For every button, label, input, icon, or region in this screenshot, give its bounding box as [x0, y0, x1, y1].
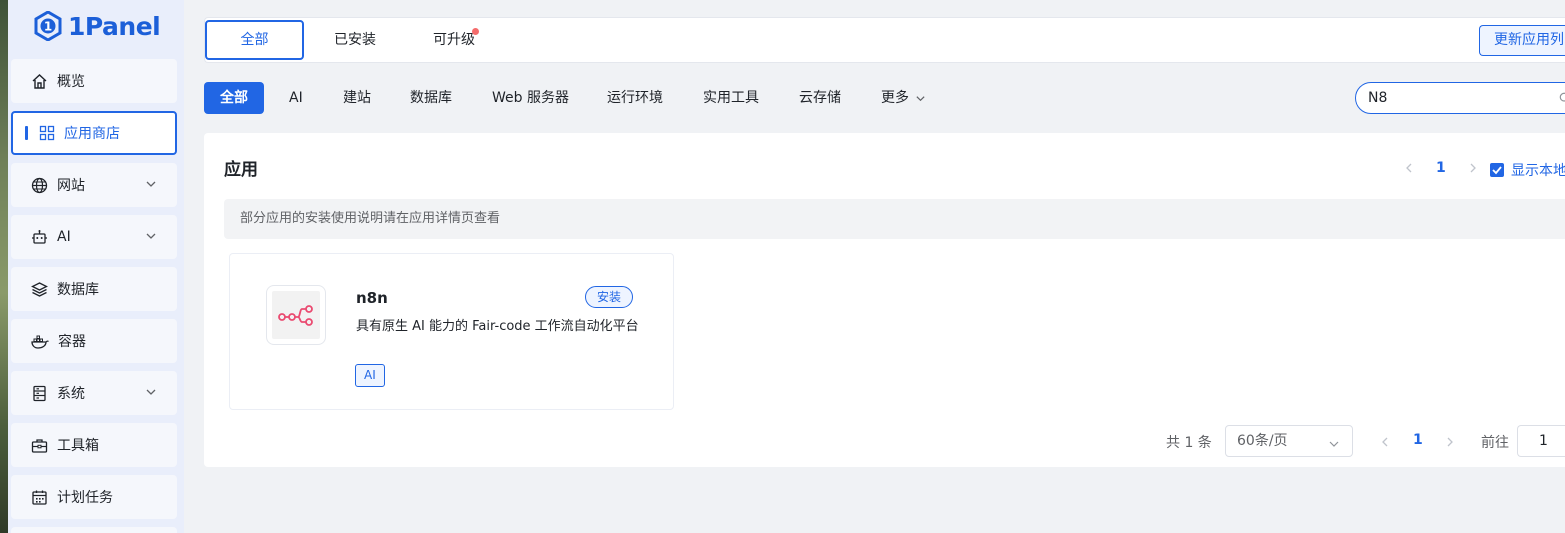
install-button[interactable]: 安装 [585, 286, 633, 308]
update-app-list-button[interactable]: 更新应用列 [1479, 25, 1565, 56]
page-size-value: 60条/页 [1237, 433, 1288, 449]
sidebar-item-container[interactable]: 容器 [11, 319, 177, 363]
sidebar-item-database[interactable]: 数据库 [11, 267, 177, 311]
app-description: 具有原生 AI 能力的 Fair-code 工作流自动化平台 [356, 319, 639, 334]
n8n-logo-icon [278, 305, 313, 326]
chevron-left-icon[interactable] [1404, 162, 1414, 174]
1panel-logo-icon: 1 [34, 11, 62, 41]
toolbox-icon [31, 438, 48, 453]
total-count: 共 1 条 [1166, 435, 1212, 451]
show-local-checkbox[interactable] [1490, 163, 1504, 177]
category-tools[interactable]: 实用工具 [703, 82, 759, 114]
app-tag: AI [355, 364, 385, 387]
tab-upgradable[interactable]: 可升级 [420, 20, 488, 60]
sidebar-item-label: 系统 [57, 386, 85, 402]
category-more[interactable]: 更多 [881, 82, 926, 114]
goto-page-input[interactable]: 1 [1517, 425, 1565, 457]
category-web-server[interactable]: Web 服务器 [492, 82, 569, 114]
home-icon [32, 73, 47, 89]
chevron-down-icon [1329, 441, 1339, 447]
chevron-right-icon[interactable] [1445, 436, 1455, 448]
apps-section-title: 应用 [224, 160, 258, 180]
category-cloud-storage[interactable]: 云存储 [799, 82, 841, 114]
sidebar-item-label: 数据库 [57, 282, 99, 298]
sidebar-item-label: AI [57, 229, 71, 245]
sidebar-item-label: 概览 [57, 74, 85, 90]
category-database[interactable]: 数据库 [410, 82, 452, 114]
chevron-down-icon [146, 181, 156, 187]
sidebar-item-app-store[interactable]: 应用商店 [11, 111, 177, 155]
check-icon [1492, 166, 1502, 175]
category-runtime[interactable]: 运行环境 [607, 82, 663, 114]
globe-icon [31, 177, 48, 193]
chevron-right-icon[interactable] [1468, 162, 1478, 174]
page-size-select[interactable]: 60条/页 [1225, 425, 1353, 457]
goto-label: 前往 [1481, 435, 1509, 451]
desktop-wallpaper-strip [0, 0, 8, 533]
sidebar-item-cron[interactable]: 计划任务 [11, 475, 177, 519]
upgrade-badge-dot [472, 28, 479, 35]
install-notice: 部分应用的安装使用说明请在应用详情页查看 [224, 199, 1565, 239]
brand-name: 1Panel [68, 11, 161, 41]
tab-all[interactable]: 全部 [205, 20, 304, 60]
show-local-label[interactable]: 显示本地 [1511, 160, 1565, 180]
apps-grid-icon [39, 125, 55, 141]
sidebar-item-label: 计划任务 [57, 490, 113, 506]
category-ai[interactable]: AI [289, 82, 303, 114]
current-page-number[interactable]: 1 [1413, 432, 1423, 448]
robot-icon [32, 229, 47, 244]
chevron-down-icon [146, 389, 156, 395]
search-icon[interactable] [1559, 92, 1565, 104]
docker-whale-icon [31, 335, 49, 349]
chevron-down-icon [146, 233, 156, 239]
sidebar-item-next[interactable] [11, 527, 177, 533]
category-all[interactable]: 全部 [204, 82, 264, 114]
app-store-tabs: 全部 已安装 可升级 更新应用列 [204, 17, 1565, 63]
tab-installed[interactable]: 已安装 [321, 20, 389, 60]
brand-logo[interactable]: 1 1Panel [34, 8, 161, 44]
category-website[interactable]: 建站 [343, 82, 371, 114]
sidebar-item-label: 容器 [58, 334, 86, 350]
category-more-label: 更多 [881, 90, 909, 106]
sidebar: 1 1Panel 概览 应用商店 网站 AI 数据库 容器 系统 工具箱 计划任… [8, 0, 184, 533]
top-page-number[interactable]: 1 [1436, 160, 1446, 176]
app-icon-frame [272, 291, 320, 339]
chevron-down-icon [916, 95, 925, 101]
app-name: n8n [356, 289, 388, 307]
server-icon [33, 385, 46, 401]
svg-text:1: 1 [44, 20, 52, 34]
layers-icon [31, 281, 48, 297]
sidebar-item-label: 网站 [57, 178, 85, 194]
search-value: N8 [1368, 90, 1388, 106]
sidebar-item-ai[interactable]: AI [11, 215, 177, 259]
calendar-icon [32, 490, 47, 505]
app-search-input[interactable]: N8 [1355, 82, 1565, 114]
sidebar-item-label: 工具箱 [57, 438, 99, 454]
sidebar-item-website[interactable]: 网站 [11, 163, 177, 207]
sidebar-item-label: 应用商店 [64, 126, 120, 142]
sidebar-item-toolbox[interactable]: 工具箱 [11, 423, 177, 467]
apps-panel: 应用 1 显示本地 部分应用的安装使用说明请在应用详情页查看 n8n 安装 具有… [204, 133, 1565, 467]
app-icon [266, 285, 326, 345]
sidebar-item-system[interactable]: 系统 [11, 371, 177, 415]
app-card-n8n[interactable]: n8n 安装 具有原生 AI 能力的 Fair-code 工作流自动化平台 AI [229, 253, 674, 410]
sidebar-item-overview[interactable]: 概览 [11, 59, 177, 103]
chevron-left-icon[interactable] [1380, 436, 1390, 448]
active-indicator [25, 126, 28, 140]
